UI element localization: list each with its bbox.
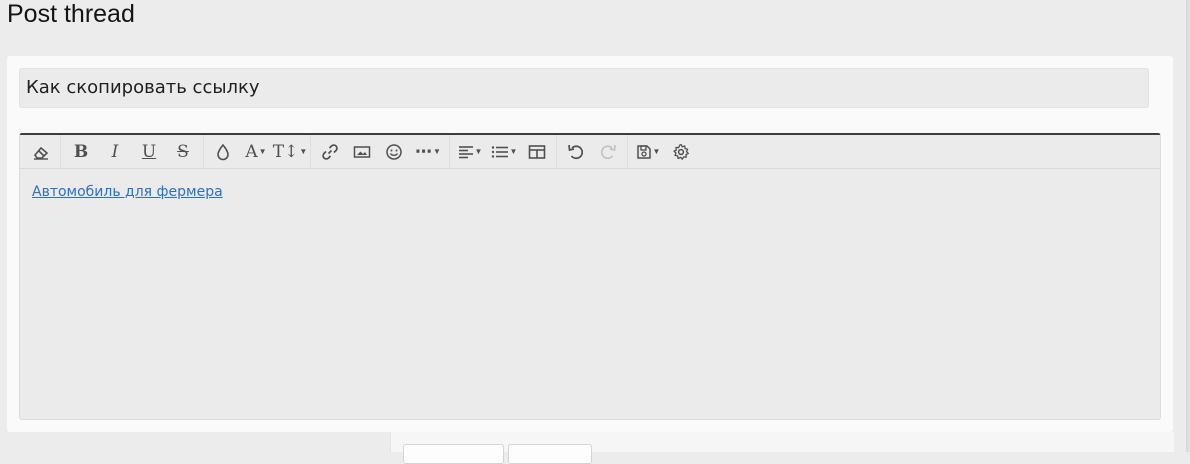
bold-icon[interactable]: B xyxy=(64,138,98,166)
chevron-down-icon: ▼ xyxy=(433,147,441,156)
list-icon[interactable]: ▼ xyxy=(487,138,521,166)
form-submit-row xyxy=(390,432,1174,464)
chevron-down-icon: ▼ xyxy=(258,147,267,156)
chevron-down-icon: ▼ xyxy=(474,147,483,156)
strikethrough-icon[interactable]: S xyxy=(166,138,200,166)
font-family-label: A xyxy=(245,141,258,162)
redo-icon[interactable] xyxy=(592,138,624,166)
settings-icon[interactable] xyxy=(665,138,697,166)
rich-text-editor: B I U S A ▼ T↕ ▼ ⋯ ▼ ▼ ▼ ▼ Автомобиль дл… xyxy=(19,133,1161,420)
post-thread-form: B I U S A▼ T↕▼ xyxy=(7,56,1173,432)
font-family-icon[interactable]: A ▼ xyxy=(239,138,273,166)
font-size-icon[interactable]: T↕ ▼ xyxy=(272,138,308,166)
submit-button[interactable] xyxy=(403,444,504,464)
drafts-icon[interactable]: ▼ xyxy=(631,138,665,166)
underline-icon[interactable]: U xyxy=(132,138,166,166)
link-icon[interactable] xyxy=(314,138,346,166)
remove-format-icon[interactable] xyxy=(25,138,57,166)
chevron-down-icon: ▼ xyxy=(509,147,518,156)
smilie-icon[interactable] xyxy=(378,138,410,166)
editor-toolbar: B I U S A ▼ T↕ ▼ ⋯ ▼ ▼ ▼ ▼ xyxy=(20,135,1160,169)
more-options-icon[interactable]: ⋯ ▼ xyxy=(410,138,446,166)
chevron-down-icon: ▼ xyxy=(652,147,661,156)
undo-icon[interactable] xyxy=(560,138,592,166)
italic-icon[interactable]: I xyxy=(98,138,132,166)
text-color-icon[interactable] xyxy=(207,138,239,166)
preview-button[interactable] xyxy=(508,444,592,464)
more-options-label: ⋯ xyxy=(415,141,433,161)
content-link[interactable]: Автомобиль для фермера xyxy=(32,184,223,200)
image-icon[interactable] xyxy=(346,138,378,166)
editor-content-area[interactable]: Автомобиль для фермера xyxy=(20,169,1160,215)
thread-title-input[interactable] xyxy=(19,68,1149,108)
align-icon[interactable]: ▼ xyxy=(453,138,487,166)
table-icon[interactable] xyxy=(521,138,553,166)
scrollbar[interactable] xyxy=(1186,0,1190,452)
font-size-label: T↕ xyxy=(272,141,299,162)
page-title: Post thread xyxy=(7,0,135,28)
chevron-down-icon: ▼ xyxy=(299,147,308,156)
